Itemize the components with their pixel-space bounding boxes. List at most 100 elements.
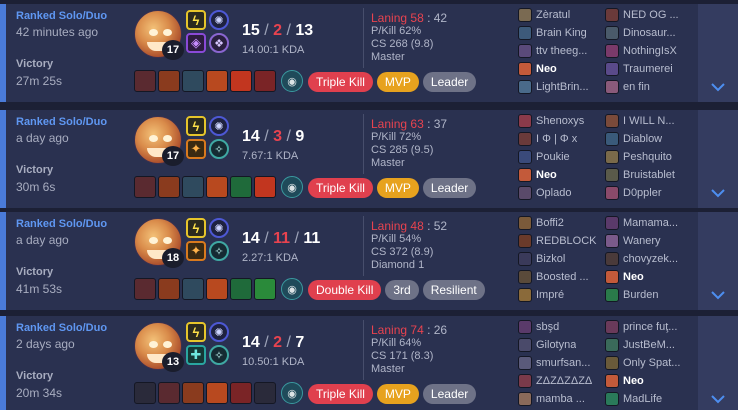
item-icon[interactable] (182, 278, 204, 300)
item-build: ◉ (134, 176, 303, 198)
match-result: Victory (16, 266, 54, 278)
participant[interactable]: prince fuţ... (605, 318, 695, 336)
participant-name: Boffi2 (536, 217, 564, 229)
participant[interactable]: sbşd (518, 318, 608, 336)
assists: 13 (295, 22, 314, 39)
kills: 15 (242, 22, 260, 39)
item-icon[interactable] (254, 70, 276, 92)
champion-portrait[interactable]: 13 (134, 322, 184, 372)
participant[interactable]: Bizkol (518, 250, 608, 268)
participant[interactable]: Neo (518, 166, 608, 184)
participant[interactable]: Burden (605, 286, 695, 304)
expand-match-button[interactable] (698, 316, 738, 410)
item-icon[interactable] (230, 278, 252, 300)
participant[interactable]: Dinosaur... (605, 24, 695, 42)
participant[interactable]: D0ppler (605, 184, 695, 202)
match-row[interactable]: Ranked Solo/Duo a day ago Victory 30m 6s… (0, 110, 738, 208)
match-tags: Double Kill 3rd Resilient (308, 280, 485, 300)
participant[interactable]: NothingIsX (605, 42, 695, 60)
item-icon[interactable] (206, 278, 228, 300)
participant[interactable]: Mamama... (605, 214, 695, 232)
participant-name: NothingIsX (623, 45, 677, 57)
item-icon[interactable] (206, 382, 228, 404)
item-icon[interactable] (254, 382, 276, 404)
participant[interactable]: NED OG ... (605, 6, 695, 24)
item-icon[interactable] (134, 176, 156, 198)
participant-name: ttv theeg... (536, 45, 588, 57)
participant[interactable]: I Φ | Φ x (518, 130, 608, 148)
item-icon[interactable] (230, 176, 252, 198)
participant-champion-icon (605, 270, 619, 284)
flash-icon: ϟ (186, 322, 206, 342)
match-info: Ranked Solo/Duo 42 minutes ago Victory 2… (6, 4, 126, 102)
item-icon[interactable] (230, 70, 252, 92)
item-icon[interactable] (254, 278, 276, 300)
item-icon[interactable] (134, 278, 156, 300)
participant[interactable]: I WILL N... (605, 112, 695, 130)
kills: 14 (242, 128, 260, 145)
participant[interactable]: LightBrin... (518, 78, 608, 96)
participant[interactable]: Shenoxys (518, 112, 608, 130)
expand-match-button[interactable] (698, 212, 738, 310)
item-icon[interactable] (206, 70, 228, 92)
participant[interactable]: mamba ... (518, 390, 608, 408)
participant[interactable]: Impré (518, 286, 608, 304)
participant-champion-icon (605, 392, 619, 406)
participant[interactable]: Oplado (518, 184, 608, 202)
match-info: Ranked Solo/Duo a day ago Victory 41m 53… (6, 212, 126, 310)
item-icon[interactable] (134, 70, 156, 92)
participant[interactable]: Wanery (605, 232, 695, 250)
item-icon[interactable] (158, 278, 180, 300)
match-row[interactable]: Ranked Solo/Duo 42 minutes ago Victory 2… (0, 4, 738, 102)
champion-portrait[interactable]: 18 (134, 218, 184, 268)
participant[interactable]: Poukie (518, 148, 608, 166)
participant[interactable]: chovyzek... (605, 250, 695, 268)
participant[interactable]: ttv theeg... (518, 42, 608, 60)
ward-trinket-icon[interactable]: ◉ (281, 70, 303, 92)
item-icon[interactable] (206, 176, 228, 198)
time-ago: 2 days ago (16, 337, 75, 351)
item-icon[interactable] (158, 382, 180, 404)
match-row[interactable]: Ranked Solo/Duo 2 days ago Victory 20m 3… (0, 316, 738, 410)
participant[interactable]: Bruistablet (605, 166, 695, 184)
item-icon[interactable] (254, 176, 276, 198)
participant[interactable]: smurfsan... (518, 354, 608, 372)
participant[interactable]: Zèratul (518, 6, 608, 24)
participant[interactable]: en fin (605, 78, 695, 96)
item-icon[interactable] (158, 176, 180, 198)
match-row[interactable]: Ranked Solo/Duo a day ago Victory 41m 53… (0, 212, 738, 310)
item-icon[interactable] (182, 382, 204, 404)
expand-match-button[interactable] (698, 4, 738, 102)
participant[interactable]: Gilotyna (518, 336, 608, 354)
participant[interactable]: Neo (605, 372, 695, 390)
deaths: 2 (273, 334, 283, 351)
ward-trinket-icon[interactable]: ◉ (281, 382, 303, 404)
item-icon[interactable] (182, 176, 204, 198)
participant[interactable]: Peshquito (605, 148, 695, 166)
participant[interactable]: Diablow (605, 130, 695, 148)
participant[interactable]: Only Spat... (605, 354, 695, 372)
participant[interactable]: ZΔZΔZΔZΔ (518, 372, 608, 390)
item-icon[interactable] (182, 70, 204, 92)
ward-trinket-icon[interactable]: ◉ (281, 278, 303, 300)
participant[interactable]: Traumerei (605, 60, 695, 78)
participant[interactable]: Neo (605, 268, 695, 286)
item-icon[interactable] (134, 382, 156, 404)
ward-trinket-icon[interactable]: ◉ (281, 176, 303, 198)
participant[interactable]: REDBLOCK (518, 232, 608, 250)
kills: 14 (242, 334, 260, 351)
expand-match-button[interactable] (698, 110, 738, 208)
champion-portrait[interactable]: 17 (134, 116, 184, 166)
participant[interactable]: Neo (518, 60, 608, 78)
participant[interactable]: JustBeM... (605, 336, 695, 354)
average-rank: Master (371, 51, 405, 63)
item-icon[interactable] (230, 382, 252, 404)
participant[interactable]: Boosted ... (518, 268, 608, 286)
participant[interactable]: Brain King (518, 24, 608, 42)
participant[interactable]: MadLife (605, 390, 695, 408)
champion-portrait[interactable]: 17 (134, 10, 184, 60)
deaths: 2 (273, 22, 283, 39)
divider (363, 216, 364, 276)
item-icon[interactable] (158, 70, 180, 92)
participant[interactable]: Boffi2 (518, 214, 608, 232)
